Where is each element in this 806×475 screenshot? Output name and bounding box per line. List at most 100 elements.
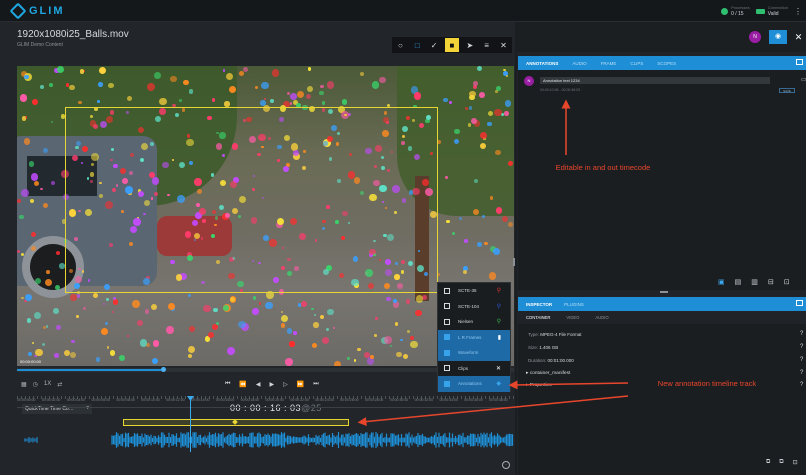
- fast-forward-icon[interactable]: ⏩: [297, 381, 304, 388]
- ruler-tick-label: 00:00:10:00: [141, 398, 160, 402]
- help-icon[interactable]: ?: [800, 331, 803, 337]
- duplicate-icon[interactable]: ⧉: [779, 459, 783, 466]
- tab-clips[interactable]: CLIPS: [630, 61, 643, 66]
- close-tool-icon[interactable]: ✕: [497, 39, 509, 51]
- annotation-save-button[interactable]: SAVE: [779, 88, 795, 93]
- track-menu-item[interactable]: SCTE-104 ⚲: [438, 299, 510, 315]
- info-icon[interactable]: ·: [502, 461, 510, 469]
- annotation-text-field[interactable]: Annotation text 1234: [540, 77, 770, 84]
- comment-list-icon[interactable]: ▥: [751, 278, 758, 286]
- track-menu-label: Clips: [458, 365, 469, 371]
- app-logo[interactable]: GLIM: [9, 2, 65, 19]
- track-menu-label: Annotations: [458, 381, 482, 387]
- help-icon[interactable]: ?: [800, 382, 803, 388]
- expand-icon[interactable]: ⊡: [784, 278, 790, 286]
- export-icon[interactable]: ⊟: [768, 278, 774, 286]
- comment-icon[interactable]: ▭: [801, 76, 806, 83]
- track-menu-item[interactable]: Annotations ◆: [438, 376, 510, 392]
- help-icon[interactable]: ?: [800, 344, 803, 350]
- step-back-icon[interactable]: ◀: [256, 381, 261, 388]
- app-name: GLIM: [29, 4, 65, 17]
- scrubber-handle[interactable]: [161, 367, 167, 372]
- annotation-timecodes[interactable]: 00:00:10:06 - 00:00:45:03: [540, 88, 580, 92]
- track-menu-item[interactable]: Nielsen ⚲: [438, 314, 510, 330]
- side-resize-handle[interactable]: [513, 258, 515, 266]
- list-tool-icon[interactable]: ≡: [481, 39, 493, 51]
- tree-item-container-manifest[interactable]: ▸ container_manifest: [526, 371, 570, 376]
- tab-inspector[interactable]: INSPECTOR: [526, 302, 552, 307]
- tab-scopes[interactable]: SCOPES: [657, 61, 676, 66]
- close-button[interactable]: ✕: [791, 30, 806, 44]
- timeline-ruler[interactable]: 00:00:00:00 00:00:02:00 00:00:04:00 00:00:0…: [17, 396, 514, 408]
- popout-icon[interactable]: [796, 300, 803, 306]
- annotation-item[interactable]: N Annotation text 1234 00:00:10:06 - 00:…: [524, 76, 806, 96]
- track-menu-item[interactable]: Clips ✕: [438, 361, 510, 377]
- view-button[interactable]: ◉: [769, 30, 787, 44]
- annotation-rectangle[interactable]: [65, 107, 438, 293]
- track-visibility-menu: SCTE-35 ⚲ SCTE-104 ⚲ Nielsen ⚲ L R Frames ▮ Wave…: [437, 282, 511, 392]
- tab-plugins[interactable]: PLUGINS: [564, 302, 584, 307]
- copy-icon[interactable]: ⧉: [766, 459, 770, 466]
- playhead[interactable]: [190, 396, 191, 452]
- checkbox[interactable]: [444, 380, 450, 387]
- freehand-tool-icon[interactable]: ✓: [428, 39, 440, 51]
- frame-grid-icon[interactable]: ▦: [21, 381, 27, 388]
- skip-end-icon[interactable]: ⏭: [313, 381, 318, 388]
- file-subtitle: GLIM Demo Content: [17, 42, 63, 48]
- checkbox[interactable]: [444, 365, 450, 372]
- rewind-icon[interactable]: ⏪: [239, 381, 246, 388]
- track-menu-item[interactable]: Waveform: [438, 345, 510, 361]
- comment-filter-icon[interactable]: ▤: [735, 278, 742, 286]
- annotation-toolbar: ○ □ ✓ ■ ➤ ≡ ✕: [392, 37, 512, 53]
- track-menu-item[interactable]: SCTE-35 ⚲: [438, 283, 510, 299]
- inspector-tabs: INSPECTOR PLUGINS: [518, 297, 806, 311]
- checkbox[interactable]: [444, 318, 450, 325]
- loop-icon[interactable]: ⇄: [57, 381, 62, 388]
- callout-new-track: New annotation timeline track: [657, 379, 757, 388]
- checkbox[interactable]: [444, 349, 450, 356]
- speed-label[interactable]: 1X: [44, 381, 51, 387]
- add-comment-icon[interactable]: ▣: [718, 278, 725, 286]
- tab-frame[interactable]: FRAME: [601, 61, 617, 66]
- circle-tool-icon[interactable]: ○: [394, 39, 406, 51]
- more-menu-icon[interactable]: ⋮: [794, 7, 802, 16]
- pointer-tool-icon[interactable]: ➤: [464, 39, 476, 51]
- subtab-audio[interactable]: AUDIO: [595, 315, 608, 320]
- ruler-tick-label: 00:00:28:00: [364, 398, 384, 402]
- eye-icon: ◉: [774, 33, 782, 40]
- tab-audio[interactable]: AUDIO: [572, 61, 586, 66]
- inspector-footer-actions: ⧉ ⧉ ⊡: [766, 459, 798, 466]
- connection-value: Valid: [767, 11, 779, 17]
- tag-icon: ◆: [496, 381, 501, 388]
- popout-icon[interactable]: [796, 59, 803, 65]
- play-icon[interactable]: ▶: [270, 381, 275, 388]
- ruler-tick-label: 00:00:00:00: [17, 398, 36, 402]
- marker-green-icon: ⚲: [496, 319, 501, 326]
- subtab-video[interactable]: VIDEO: [566, 315, 579, 320]
- ruler-tick-label: 00:00:02:00: [41, 398, 61, 402]
- checkbox[interactable]: [444, 303, 450, 310]
- rect-tool-icon[interactable]: □: [411, 39, 423, 51]
- checkbox[interactable]: [444, 287, 450, 294]
- processes-stat[interactable]: Processes 0 / 15: [721, 5, 750, 17]
- note-tool-icon[interactable]: ■: [444, 38, 459, 52]
- connection-stat[interactable]: Connection Valid: [755, 5, 788, 17]
- ruler-tick-label: 00:00:22:00: [290, 398, 309, 402]
- subtab-container[interactable]: CONTAINER: [526, 315, 550, 320]
- video-timecode-overlay: 00:00:00:00: [20, 359, 42, 364]
- help-icon[interactable]: ?: [800, 357, 803, 363]
- waveform-path: [24, 432, 514, 448]
- tab-annotations[interactable]: ANNOTATIONS: [526, 61, 558, 66]
- clock-icon[interactable]: ◷: [33, 381, 38, 388]
- user-avatar[interactable]: N: [749, 31, 761, 43]
- checkbox[interactable]: [444, 334, 450, 341]
- audio-waveform[interactable]: [17, 430, 514, 450]
- export-icon[interactable]: ⊡: [793, 459, 798, 466]
- track-menu-label: SCTE-35: [458, 288, 477, 294]
- skip-start-icon[interactable]: ⏮: [225, 381, 230, 388]
- help-icon[interactable]: ?: [800, 370, 803, 376]
- step-forward-icon[interactable]: ▷: [283, 381, 288, 388]
- tree-item-properties[interactable]: ▸ Properties: [526, 383, 552, 388]
- track-menu-item[interactable]: L R Frames ▮: [438, 329, 510, 345]
- panel-resize-handle[interactable]: [660, 291, 668, 293]
